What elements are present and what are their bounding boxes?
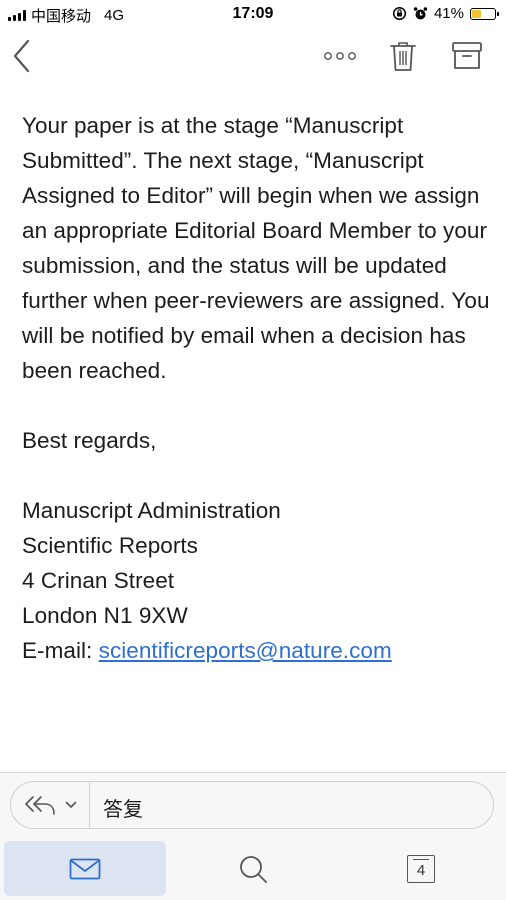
reply-bar: 答复 [0,772,506,837]
delete-button[interactable] [383,36,423,76]
tab-mail[interactable] [4,841,166,896]
calendar-badge: 4 [416,862,426,879]
email-closing: Best regards, [22,428,157,453]
trash-icon [390,42,416,71]
archive-button[interactable] [447,36,487,76]
nav-bar [0,28,506,84]
calendar-icon: 4 [407,854,435,883]
signature-line-4: London N1 9XW [22,603,188,628]
archive-icon [452,42,482,69]
back-button[interactable] [2,36,42,76]
email-address-link[interactable]: scientificreports@nature.com [99,638,392,663]
reply-options-button[interactable] [11,782,90,828]
signature-line-3: 4 Crinan Street [22,568,175,593]
signature-line-1: Manuscript Administration [22,498,281,523]
signature-email-line: E-mail: scientificreports@nature.com [22,633,492,668]
alarm-icon [413,7,428,20]
search-icon [240,855,267,883]
signature-line-2: Scientific Reports [22,533,198,558]
tab-search[interactable] [172,841,334,896]
reply-all-icon [25,796,55,815]
email-paragraph: Your paper is at the stage “Manuscript S… [22,113,490,383]
email-label: E-mail: [22,638,99,663]
battery-icon [470,7,499,20]
more-button[interactable] [320,36,360,76]
mail-reading-screen: 中国移动 4G 17:09 41% Your paper is at the s… [0,0,506,900]
more-dots-icon [324,52,356,60]
orientation-lock-icon [392,6,407,21]
reply-pill: 答复 [10,781,494,829]
tab-calendar[interactable]: 4 [340,841,502,896]
battery-fill [472,9,482,18]
tab-bar: 4 [0,836,506,900]
reply-button[interactable]: 答复 [103,793,143,822]
status-bar: 中国移动 4G 17:09 41% [0,0,506,28]
back-chevron-icon [13,39,30,73]
email-body: Your paper is at the stage “Manuscript S… [22,108,492,668]
chevron-down-icon [65,801,77,808]
battery-percent: 41% [433,5,464,22]
mail-icon [69,858,101,879]
status-right: 41% [392,5,499,22]
